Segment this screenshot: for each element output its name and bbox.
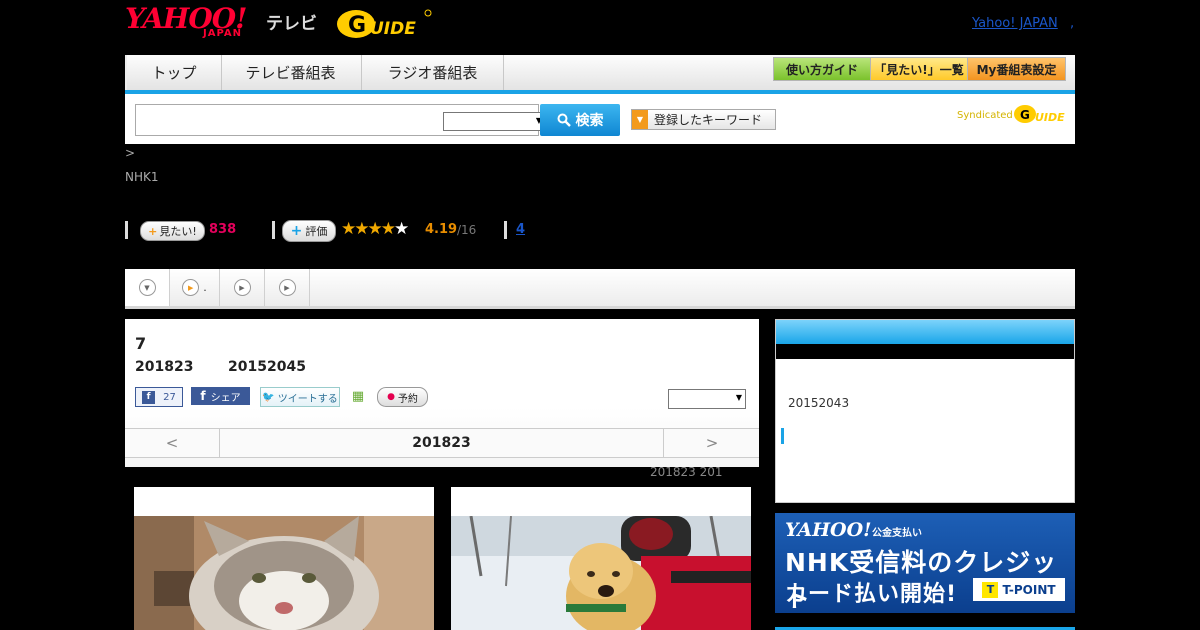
star-empty-icon: ★ bbox=[394, 219, 409, 239]
share-count: 27 bbox=[163, 391, 176, 403]
panel-subheader bbox=[776, 344, 1074, 359]
star-icon: ★ bbox=[354, 219, 369, 239]
nav-tab-tv-listings[interactable]: テレビ番組表 bbox=[220, 55, 362, 90]
broadcast-time-panel: 20152043 bbox=[775, 319, 1075, 503]
svg-text:UIDE: UIDE bbox=[1035, 111, 1065, 124]
guide-button[interactable]: 使い方ガイド bbox=[773, 57, 871, 81]
reserve-label: 予約 bbox=[397, 393, 418, 405]
yahoo-japan-label: JAPAN bbox=[203, 28, 242, 39]
program-date: 201823 bbox=[135, 359, 194, 375]
divider bbox=[125, 221, 128, 239]
broadcast-range-note: 201823 201 bbox=[650, 465, 723, 479]
tab-label: . bbox=[203, 281, 207, 294]
tpoint-badge: T T-POINT bbox=[973, 578, 1065, 601]
star-icon: ★ bbox=[367, 219, 383, 239]
facebook-icon: f bbox=[142, 390, 156, 404]
play-icon: ▶ bbox=[182, 279, 200, 296]
add-calendar-icon[interactable]: ▦ bbox=[350, 387, 366, 405]
plus-icon: + bbox=[148, 224, 158, 238]
search-input[interactable]: ▼ bbox=[135, 104, 545, 136]
nav-tab-top[interactable]: トップ bbox=[125, 55, 222, 90]
rating-stars: ★★★★★ bbox=[341, 219, 409, 239]
dog-snow-photo bbox=[451, 516, 751, 630]
search-button[interactable]: 検索 bbox=[540, 104, 620, 136]
facebook-icon: f bbox=[200, 389, 206, 403]
ad-sub-label: 公金支払い bbox=[872, 528, 922, 539]
record-dot-icon: ● bbox=[387, 392, 395, 402]
program-photo-cat[interactable] bbox=[134, 487, 434, 630]
tab-cast[interactable]: ▶ . bbox=[170, 269, 220, 306]
ad-subheadline: カード払い開始! bbox=[785, 582, 958, 607]
gguide-small-logo: G UIDE bbox=[1014, 105, 1065, 124]
svg-text:G: G bbox=[1020, 108, 1030, 122]
reserve-button[interactable]: ● 予約 bbox=[377, 387, 428, 407]
divider bbox=[272, 221, 275, 239]
search-button-label: 検索 bbox=[575, 113, 604, 129]
search-category-select[interactable]: ▼ bbox=[443, 112, 545, 131]
panel-header bbox=[776, 320, 1074, 344]
saved-keywords-button[interactable]: ▼ 登録したキーワード bbox=[631, 109, 776, 130]
tweet-button[interactable]: 🐦 ツイートする bbox=[260, 387, 340, 407]
play-icon: ▶ bbox=[278, 279, 296, 296]
want-to-watch-label: 見たい! bbox=[159, 225, 197, 238]
play-icon: ▶ bbox=[233, 279, 251, 296]
divider bbox=[504, 221, 507, 239]
yahoo-japan-link[interactable]: Yahoo! JAPAN bbox=[972, 16, 1058, 31]
previous-date-button[interactable]: < bbox=[125, 429, 220, 457]
svg-text:UIDE: UIDE bbox=[370, 19, 416, 39]
nav-tab-radio-listings[interactable]: ラジオ番組表 bbox=[362, 55, 504, 90]
chevron-down-icon: ▼ bbox=[735, 393, 742, 402]
tpoint-icon: T bbox=[982, 581, 999, 598]
rate-button[interactable]: + 評価 bbox=[282, 220, 336, 242]
header-separator: , bbox=[1070, 16, 1075, 31]
syndicated-label: Syndicated bbox=[957, 110, 1013, 121]
tv-label: テレビ bbox=[266, 14, 317, 34]
my-schedule-settings-button[interactable]: My番組表設定 bbox=[967, 57, 1066, 81]
saved-keywords-label: 登録したキーワード bbox=[654, 113, 763, 127]
tab-related[interactable]: ▶ bbox=[265, 269, 310, 306]
facebook-share-button[interactable]: f シェア bbox=[191, 387, 250, 405]
next-date-button[interactable]: > bbox=[663, 429, 760, 457]
review-count-link[interactable]: 4 bbox=[516, 222, 525, 237]
want-to-watch-count: 838 bbox=[209, 222, 237, 237]
program-photo-dog[interactable] bbox=[451, 487, 751, 630]
svg-text:G: G bbox=[348, 13, 366, 38]
channel-name: NHK1 bbox=[125, 170, 159, 184]
watchlist-button[interactable]: 「見たい!」一覧 bbox=[870, 57, 968, 81]
main-nav: トップ テレビ番組表 ラジオ番組表 使い方ガイド 「見たい!」一覧 My番組表設… bbox=[125, 55, 1075, 94]
tpoint-label: T-POINT bbox=[1002, 582, 1056, 597]
rating-value: 4.19 bbox=[425, 222, 458, 237]
chevron-down-icon: ▼ bbox=[138, 279, 156, 296]
program-option-select[interactable]: ▼ bbox=[668, 389, 746, 409]
program-panel: 7 201823 20152045 f 27 f シェア 🐦 ツイートする ▦ … bbox=[125, 319, 759, 467]
broadcast-time: 20152043 bbox=[788, 396, 850, 410]
want-to-watch-button[interactable]: + 見たい! bbox=[140, 221, 205, 241]
current-date: 201823 bbox=[412, 435, 471, 451]
facebook-share-count[interactable]: f 27 bbox=[135, 387, 183, 407]
date-pager: < 201823 > bbox=[125, 428, 759, 458]
program-time: 20152045 bbox=[228, 359, 306, 375]
tweet-label: ツイートする bbox=[277, 393, 338, 405]
tab-details[interactable]: ▼ bbox=[125, 269, 170, 306]
star-icon: ★ bbox=[380, 219, 396, 239]
twitter-bird-icon: 🐦 bbox=[262, 391, 275, 403]
program-tabs: ▼ ▶ . ▶ ▶ bbox=[125, 269, 1075, 309]
star-icon: ★ bbox=[341, 219, 356, 239]
plus-icon: + bbox=[290, 223, 303, 239]
program-title: 7 bbox=[135, 334, 147, 353]
ad-yahoo-logo: YAHOO! bbox=[785, 519, 872, 541]
rate-label: 評価 bbox=[305, 225, 328, 238]
nhk-credit-ad-banner[interactable]: YAHOO! 公金支払い NHK受信料のクレジット カード払い開始! T T-P… bbox=[775, 513, 1075, 613]
triangle-down-icon: ▼ bbox=[632, 110, 648, 129]
breadcrumb[interactable]: > bbox=[125, 146, 135, 160]
search-icon bbox=[557, 113, 571, 127]
cat-photo bbox=[134, 516, 434, 630]
gguide-logo[interactable]: G UIDE bbox=[334, 7, 432, 41]
tab-reviews[interactable]: ▶ bbox=[220, 269, 265, 306]
search-bar: ▼ 検索 ▼ 登録したキーワード Syndicated G UIDE bbox=[125, 94, 1075, 144]
section-marker bbox=[781, 428, 784, 444]
rating-count: /16 bbox=[457, 223, 477, 237]
share-label: シェア bbox=[210, 392, 241, 404]
